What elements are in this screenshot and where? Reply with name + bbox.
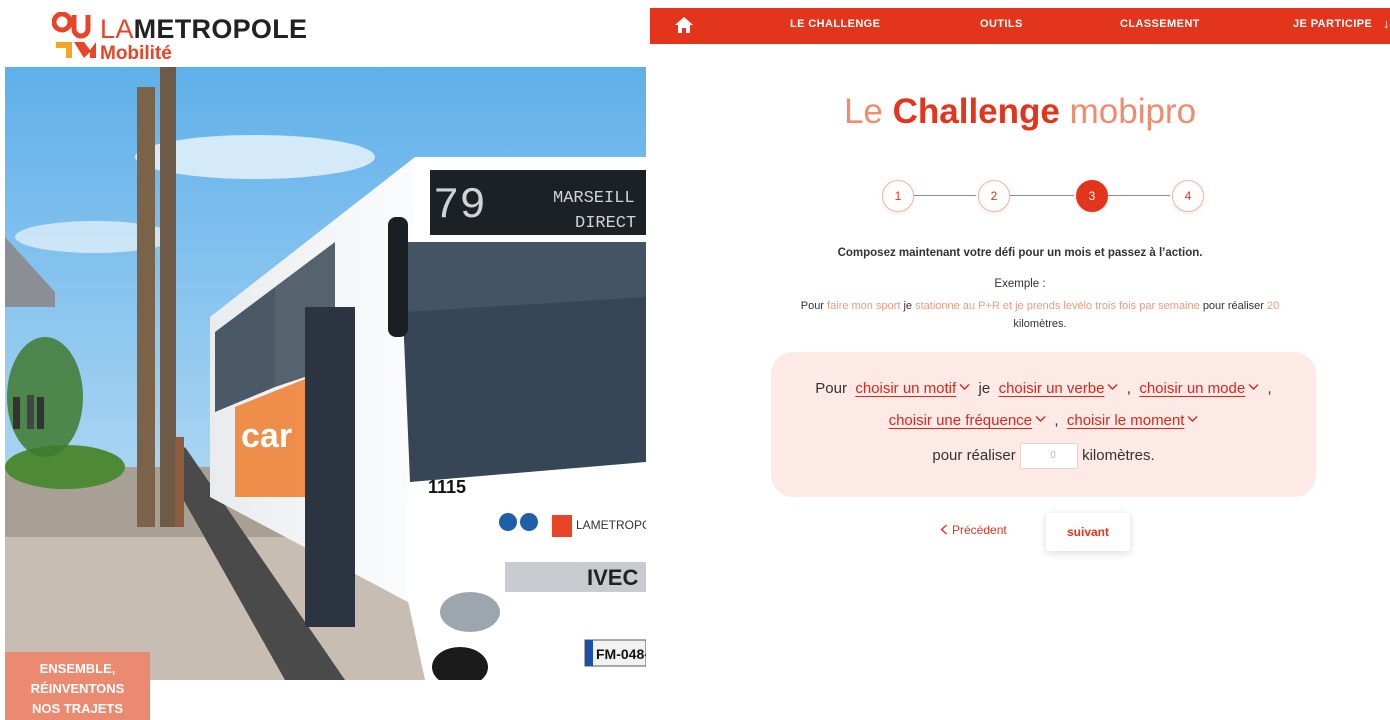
form-comma: , <box>1054 412 1059 429</box>
lametropole-mark-icon <box>52 12 96 58</box>
svg-text:LAMETROPOLE: LAMETROPOLE <box>576 518 646 532</box>
slogan-line-1: ENSEMBLE, <box>39 661 116 676</box>
example-word: je <box>903 300 913 312</box>
nav-classement[interactable]: CLASSEMENT <box>1120 18 1200 30</box>
form-pour-realiser: pour réaliser <box>932 446 1016 464</box>
kilometres-input[interactable]: 0 <box>1019 443 1078 469</box>
example-word: kilomètres. <box>1013 318 1067 330</box>
mode-dropdown[interactable]: choisir un mode <box>1139 380 1245 397</box>
example-mode: stationne au P+R et je prends levélo tro… <box>915 300 1200 312</box>
bus-destination-line1: MARSEILL <box>553 189 635 208</box>
lametropole-logo[interactable]: LAMETROPOLE Mobilité <box>52 10 312 66</box>
slogan-line-2: RÉINVENTONS <box>30 681 125 696</box>
hero-bus-photo: car 79 MARSEILL DIRECT 1115 LAMETROPOLE … <box>5 67 646 680</box>
form-pour: Pour <box>815 380 847 397</box>
chevron-down-icon <box>1107 384 1118 390</box>
bus-plate: FM-048- <box>596 646 646 662</box>
motif-dropdown[interactable]: choisir un motif <box>855 380 956 397</box>
brand-wordmark: LAMETROPOLE <box>100 16 307 43</box>
step-3-active[interactable]: 3 <box>1076 180 1108 212</box>
example-heading: Exemple : <box>994 278 1046 290</box>
next-button[interactable]: suivant <box>1046 513 1130 551</box>
bus-fleet-number: 1115 <box>428 477 466 497</box>
chevron-down-icon <box>1035 416 1046 422</box>
intro-text: Composez maintenant votre défi pour un m… <box>837 247 1203 259</box>
chevron-down-icon <box>959 384 970 390</box>
top-navbar: LE CHALLENGE OUTILS CLASSEMENT JE PARTIC… <box>650 8 1390 44</box>
bus-livery-text: car <box>241 417 292 455</box>
previous-label: Précédent <box>952 523 1007 537</box>
slogan-badge: ENSEMBLE, RÉINVENTONS NOS TRAJETS <box>5 652 150 720</box>
nav-outils[interactable]: OUTILS <box>980 18 1023 30</box>
moment-label: choisir le moment <box>1066 412 1185 429</box>
brand-la: LA <box>100 14 134 44</box>
title-bold: Challenge <box>892 92 1060 131</box>
slogan-line-3: NOS TRAJETS <box>31 701 123 716</box>
form-line-1: Pour choisir un motif je choisir un verb… <box>771 380 1316 397</box>
step-1[interactable]: 1 <box>882 180 914 212</box>
step-4[interactable]: 4 <box>1172 180 1204 212</box>
example-km: 20 <box>1267 300 1280 312</box>
chevron-down-icon <box>1187 416 1198 422</box>
bus-route-number: 79 <box>433 181 486 231</box>
stepper-line <box>1010 195 1074 196</box>
motif-label: choisir un motif <box>855 380 957 397</box>
chevron-down-icon <box>1248 384 1259 390</box>
frequence-dropdown[interactable]: choisir une fréquence <box>889 412 1032 429</box>
form-je: je <box>978 380 991 397</box>
frequence-label: choisir une fréquence <box>888 412 1033 429</box>
form-kilometres: kilomètres. <box>1082 446 1155 464</box>
form-line-3: pour réaliser 0 kilomètres. <box>771 443 1316 469</box>
moment-dropdown[interactable]: choisir le moment <box>1067 412 1185 429</box>
step-2[interactable]: 2 <box>978 180 1010 212</box>
stepper-line <box>914 195 976 196</box>
example-text: Pour faire mon sport je stationne au P+R… <box>780 297 1300 333</box>
chevron-left-icon <box>940 524 947 535</box>
title-suffix: mobipro <box>1069 92 1197 131</box>
progress-stepper: 1 2 3 4 <box>880 180 1210 214</box>
home-icon[interactable] <box>674 16 694 34</box>
stepper-line <box>1108 195 1170 196</box>
title-prefix: Le <box>843 92 883 131</box>
bus-destination-line2: DIRECT <box>575 214 636 233</box>
form-comma: , <box>1267 380 1272 397</box>
brand-subtitle: Mobilité <box>100 43 172 64</box>
bus-illustration: car 79 MARSEILL DIRECT 1115 LAMETROPOLE … <box>5 67 646 680</box>
previous-button[interactable]: Précédent <box>940 523 1007 537</box>
nav-je-participe[interactable]: JE PARTICIPE <box>1293 18 1372 30</box>
challenge-form: Pour choisir un motif je choisir un verb… <box>771 352 1316 497</box>
brand-metropole: METROPOLE <box>133 14 308 44</box>
bus-brand: IVEC <box>587 565 638 590</box>
page-title: Le Challenge mobipro <box>650 92 1390 132</box>
verbe-dropdown[interactable]: choisir un verbe <box>999 380 1105 397</box>
example-word: pour réaliser <box>1202 300 1264 312</box>
nav-le-challenge[interactable]: LE CHALLENGE <box>790 18 880 30</box>
form-line-2: choisir une fréquence , choisir le momen… <box>771 412 1316 429</box>
arrow-down-icon: ↓ <box>1383 16 1390 31</box>
verbe-label: choisir un verbe <box>998 380 1105 397</box>
example-motif: faire mon sport <box>827 300 901 312</box>
example-word: Pour <box>800 300 824 312</box>
form-comma: , <box>1126 380 1131 397</box>
mode-label: choisir un mode <box>1139 380 1246 397</box>
